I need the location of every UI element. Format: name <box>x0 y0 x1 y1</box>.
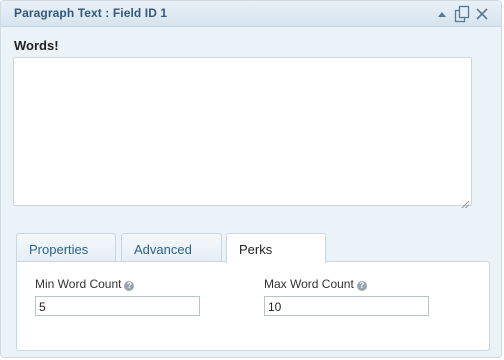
max-word-count-label: Max Word Count? <box>264 277 367 291</box>
tab-advanced[interactable]: Advanced <box>121 233 222 261</box>
tab-perks[interactable]: Perks <box>226 233 326 263</box>
field-label: Words! <box>14 38 59 53</box>
min-word-count-label: Min Word Count? <box>35 277 135 291</box>
header-actions <box>433 4 493 24</box>
min-word-count-input[interactable] <box>35 296 200 316</box>
tab-label: Properties <box>29 242 89 257</box>
max-word-count-text: Max Word Count <box>264 277 354 291</box>
delete-icon[interactable] <box>473 4 491 24</box>
help-icon[interactable]: ? <box>124 281 135 291</box>
collapse-arrow-icon[interactable] <box>433 4 451 24</box>
tab-properties[interactable]: Properties <box>16 233 116 261</box>
tab-label: Perks <box>239 242 273 257</box>
field-title: Paragraph Text : Field ID 1 <box>14 6 168 20</box>
field-editor-panel: Paragraph Text : Field ID 1 Words! Prope… <box>0 0 502 358</box>
perks-panel: Min Word Count? Max Word Count? <box>16 261 490 351</box>
tab-label: Advanced <box>134 242 192 257</box>
help-icon[interactable]: ? <box>356 281 367 291</box>
min-word-count-text: Min Word Count <box>35 277 122 291</box>
max-word-count-input[interactable] <box>264 296 429 316</box>
field-body: Words! Properties Advanced Perks Min Wor… <box>1 27 501 357</box>
paragraph-textarea[interactable] <box>13 57 472 209</box>
resize-grip-icon[interactable] <box>461 195 470 209</box>
field-header[interactable]: Paragraph Text : Field ID 1 <box>1 1 501 27</box>
duplicate-icon[interactable] <box>453 4 471 24</box>
